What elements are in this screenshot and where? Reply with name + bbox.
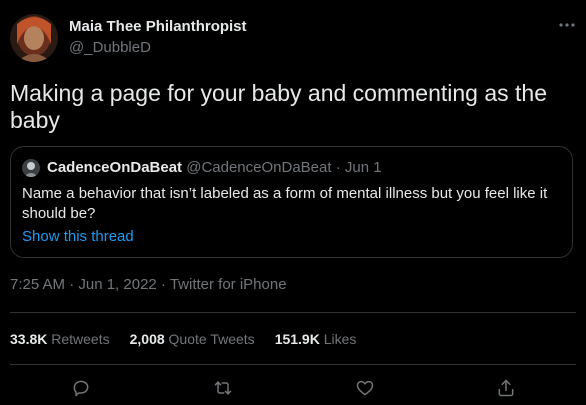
- quote-tweets-stat[interactable]: 2,008 Quote Tweets: [130, 331, 255, 347]
- author-handle[interactable]: @_DubbleD: [69, 39, 151, 56]
- share-button[interactable]: [494, 376, 518, 400]
- retweet-button[interactable]: [211, 376, 235, 400]
- likes-label: Likes: [323, 331, 357, 347]
- retweets-stat[interactable]: 33.8K Retweets: [10, 331, 110, 347]
- quote-text: Name a behavior that isn’t labeled as a …: [22, 185, 548, 222]
- quote-header: CadenceOnDaBeat @CadenceOnDaBeat · Jun 1: [47, 159, 382, 176]
- quote-tweets-count: 2,008: [129, 331, 165, 347]
- retweets-count: 33.8K: [10, 331, 48, 347]
- quote-tweets-label: Quote Tweets: [168, 331, 255, 347]
- like-button[interactable]: [353, 376, 377, 400]
- tweet-text: Making a page for your baby and commenti…: [10, 80, 547, 133]
- likes-count: 151.9K: [274, 331, 320, 347]
- author-name[interactable]: Maia Thee Philanthropist: [69, 18, 247, 35]
- quote-author-avatar[interactable]: [22, 159, 40, 177]
- divider: [10, 364, 576, 365]
- divider: [10, 312, 576, 313]
- tweet-timestamp[interactable]: 7:25 AM · Jun 1, 2022 · Twitter for iPho…: [10, 276, 287, 293]
- show-thread-link[interactable]: Show this thread: [22, 228, 134, 245]
- like-icon: [355, 378, 375, 398]
- share-icon: [496, 378, 516, 398]
- reply-icon: [71, 378, 91, 398]
- quote-meta: @CadenceOnDaBeat · Jun 1: [186, 159, 382, 176]
- tweet: Maia Thee Philanthropist @_DubbleD Makin…: [0, 0, 586, 405]
- quoted-tweet[interactable]: CadenceOnDaBeat @CadenceOnDaBeat · Jun 1…: [10, 146, 573, 258]
- retweet-icon: [212, 378, 234, 398]
- author-avatar[interactable]: [10, 14, 58, 62]
- engagement-stats: 33.8K Retweets 2,008 Quote Tweets 151.9K…: [10, 331, 356, 347]
- more-icon: [559, 23, 575, 27]
- reply-button[interactable]: [69, 376, 93, 400]
- quote-author-name[interactable]: CadenceOnDaBeat: [47, 159, 182, 176]
- retweets-label: Retweets: [51, 331, 110, 347]
- likes-stat[interactable]: 151.9K Likes: [275, 331, 357, 347]
- more-options-button[interactable]: [556, 14, 578, 36]
